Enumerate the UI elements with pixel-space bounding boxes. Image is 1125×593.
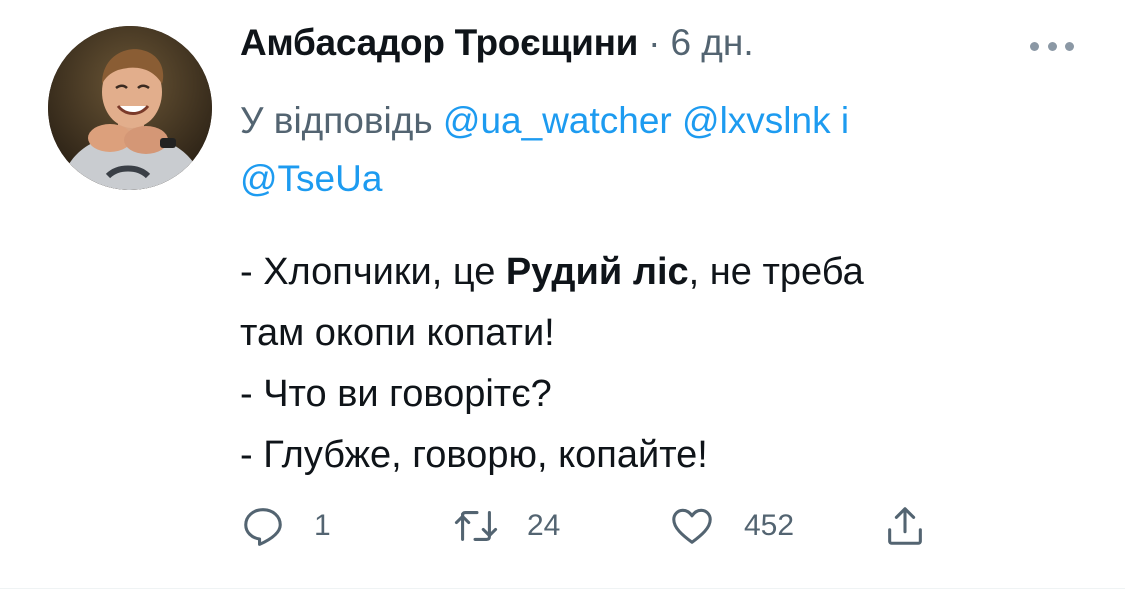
avatar-photo bbox=[48, 26, 212, 190]
more-options-icon bbox=[1047, 41, 1057, 51]
tweet-content: Амбасадор Троєщини · 6 дн. У відповідь @… bbox=[240, 22, 1080, 486]
reply-conjunction: і bbox=[840, 100, 850, 141]
reply-button[interactable]: 1 bbox=[240, 500, 331, 552]
share-icon bbox=[888, 507, 922, 545]
retweet-button[interactable]: 24 bbox=[453, 500, 560, 552]
mention-link[interactable]: @ua_watcher bbox=[443, 100, 672, 141]
bold-text: Рудий ліс bbox=[505, 251, 689, 293]
retweet-icon bbox=[454, 511, 498, 541]
tweet-text: - Хлопчики, це Рудий ліс, не треба там о… bbox=[240, 242, 1080, 486]
tweet-text-line: - Что ви говорітє? bbox=[240, 373, 552, 415]
mention-link[interactable]: @TseUa bbox=[240, 158, 382, 199]
retweet-count: 24 bbox=[527, 509, 561, 542]
reply-prefix: У відповідь bbox=[240, 100, 433, 141]
tweet-text-line: - Глубже, говорю, копайте! bbox=[240, 434, 708, 476]
text-fragment: , не треба bbox=[688, 251, 864, 293]
reply-count: 1 bbox=[314, 509, 331, 542]
tweet-actions: 1 24 452 bbox=[240, 500, 960, 552]
tweet[interactable]: Амбасадор Троєщини · 6 дн. У відповідь @… bbox=[0, 0, 1125, 593]
meta-separator: · bbox=[648, 22, 661, 63]
timestamp[interactable]: 6 дн. bbox=[670, 22, 753, 64]
more-options-icon bbox=[1030, 41, 1039, 51]
author-name[interactable]: Амбасадор Троєщини bbox=[240, 22, 638, 64]
like-button[interactable]: 452 bbox=[668, 500, 794, 552]
tweet-text-line: - Хлопчики, це Рудий ліс, не треба bbox=[240, 242, 1080, 303]
more-options-button[interactable] bbox=[1030, 36, 1074, 56]
text-fragment: - Хлопчики, це bbox=[240, 251, 506, 293]
tweet-text-line: там окопи копати! bbox=[240, 312, 555, 354]
divider bbox=[0, 588, 1125, 589]
more-options-icon bbox=[1065, 41, 1074, 51]
mention-link[interactable]: @lxvslnk bbox=[682, 100, 831, 141]
reply-icon bbox=[244, 508, 282, 546]
avatar[interactable] bbox=[48, 26, 212, 190]
heart-icon bbox=[672, 508, 712, 544]
share-button[interactable] bbox=[882, 500, 928, 552]
like-count: 452 bbox=[744, 509, 795, 542]
reply-context: У відповідь @ua_watcher @lxvslnk і @TseU… bbox=[240, 92, 1040, 208]
tweet-header: Амбасадор Троєщини · 6 дн. bbox=[240, 22, 1080, 72]
